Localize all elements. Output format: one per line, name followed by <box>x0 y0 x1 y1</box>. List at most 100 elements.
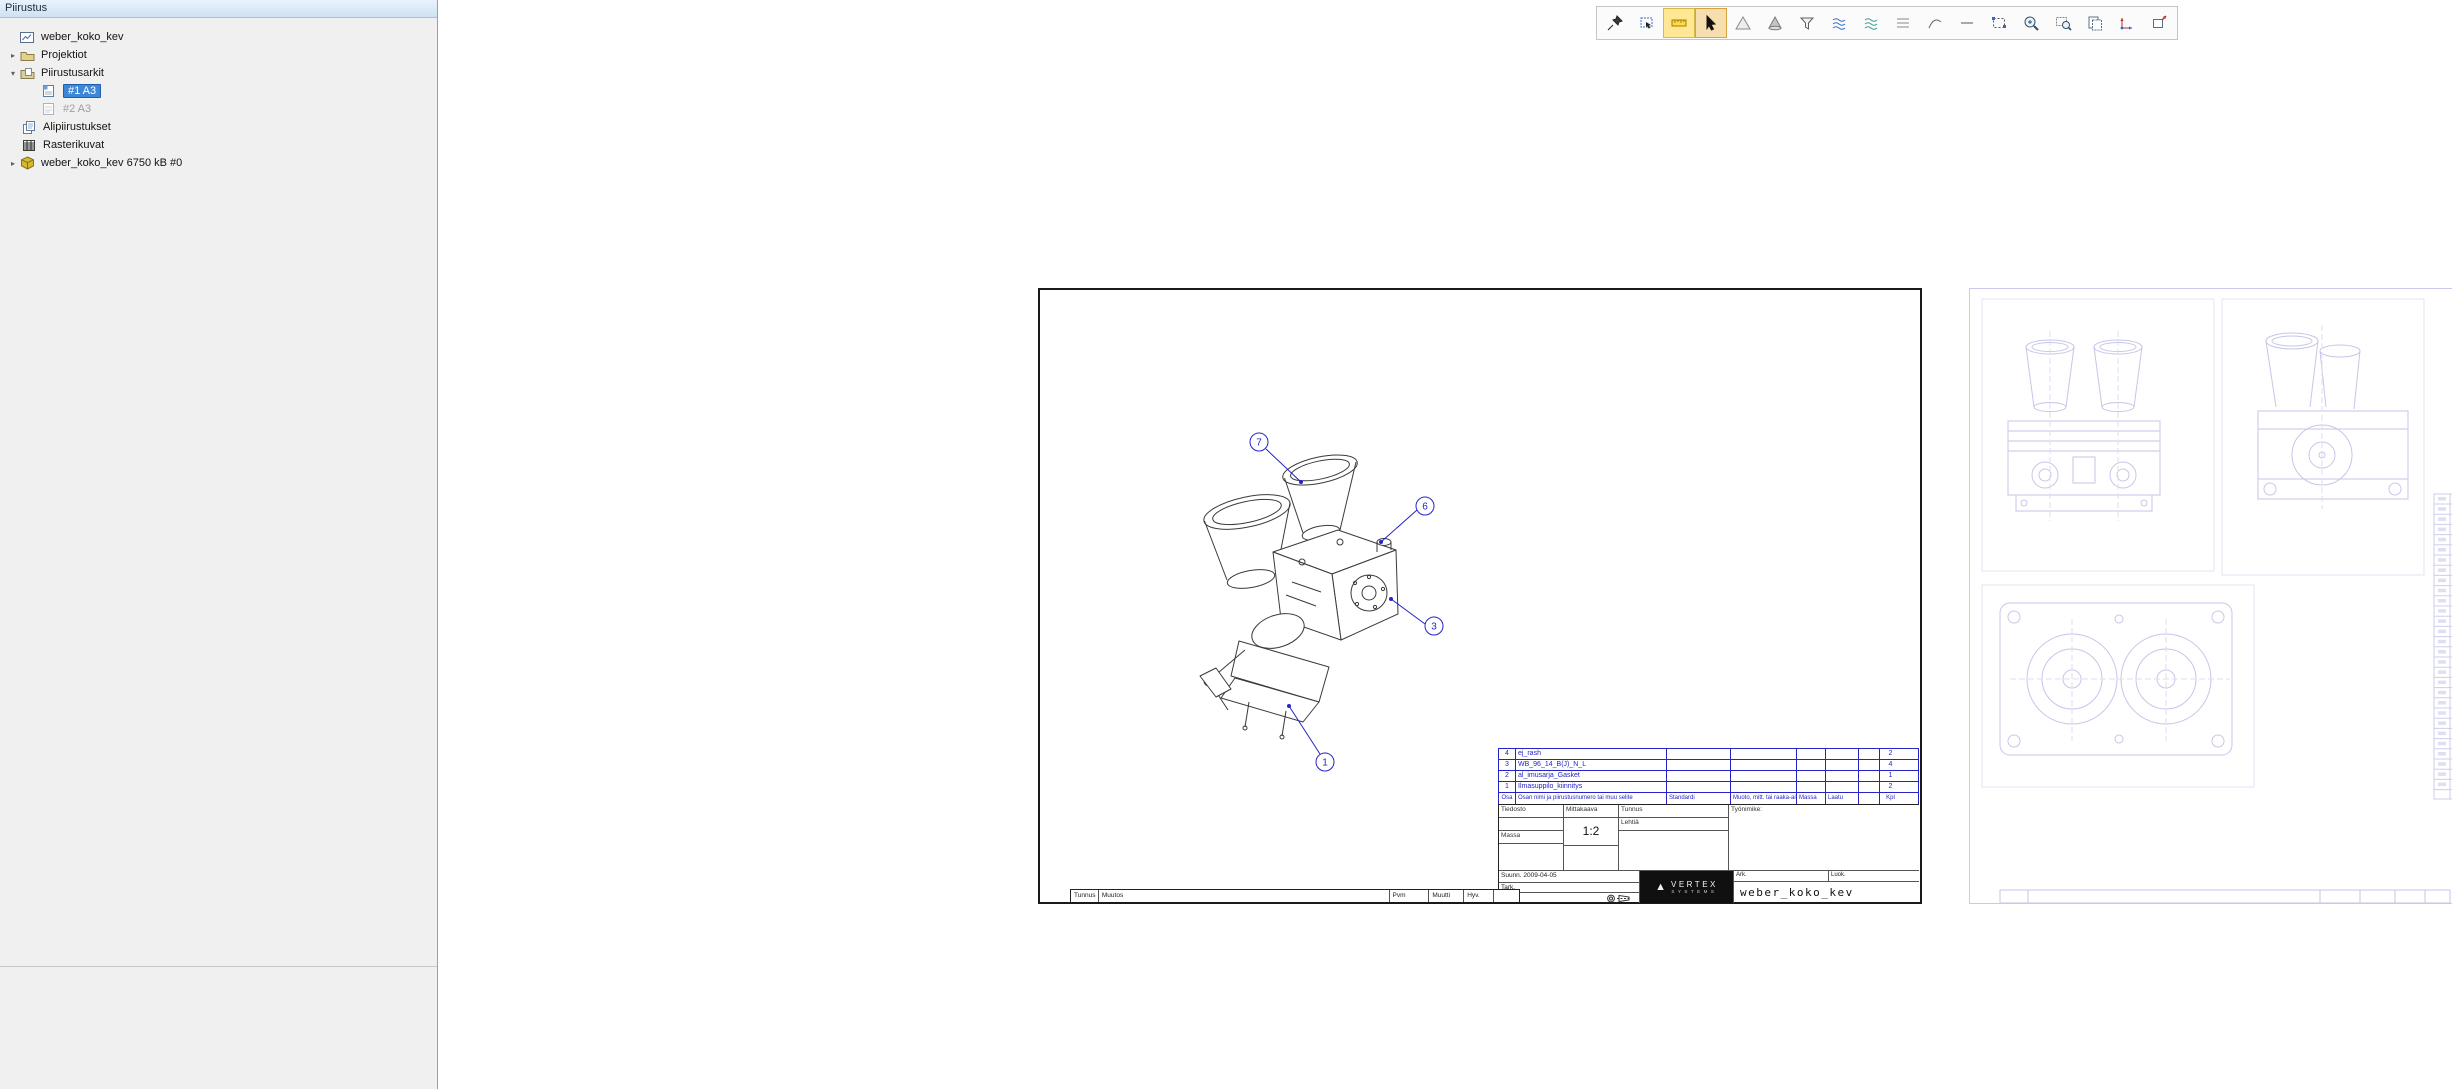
drawing-sheet-1[interactable]: 7 6 3 1 <box>1038 288 1922 904</box>
logo-triangle-icon: ▲ <box>1655 882 1666 893</box>
drawing-title: weber_koko_kev <box>1734 882 1919 903</box>
svg-text:3: 3 <box>1431 622 1437 633</box>
select-rect-tool-button[interactable] <box>1983 8 2015 38</box>
part-no: 2 <box>1499 771 1516 781</box>
revision-strip: Tunnus Muutos Pvm Muutti Hyv. <box>1070 889 1520 902</box>
axes-tool-button[interactable] <box>2111 8 2143 38</box>
part-qty: 1 <box>1880 771 1901 781</box>
hatch-teal-tool-button[interactable] <box>1855 8 1887 38</box>
zoom-area-icon <box>2054 14 2072 32</box>
title-block: Tiedosto Massa Mittakaava 1:2 Tunnus Leh… <box>1498 804 1919 902</box>
titleblock-cell-hyv: Hyv. <box>1499 893 1640 903</box>
cone-icon <box>1766 14 1784 32</box>
ruler-tool-button[interactable] <box>1663 8 1695 38</box>
titleblock-cell-tark: Tark. <box>1499 883 1640 893</box>
tree-item-label: #2 A3 <box>63 103 91 115</box>
line-tool-button[interactable] <box>1951 8 1983 38</box>
drawing-tree: weber_koko_kev ▸ Projektiot ▾ Piirustusa… <box>0 28 437 172</box>
tree-item-label: weber_koko_kev <box>41 31 124 43</box>
parts-row[interactable]: 2 al_imusarja_Gasket 1 <box>1499 771 1918 782</box>
raster-images-icon <box>22 138 38 153</box>
titleblock-cell-ark: Ark. <box>1734 871 1829 882</box>
polygon-tool-button[interactable] <box>1727 8 1759 38</box>
chevron-right-icon[interactable]: ▸ <box>6 51 20 60</box>
chevron-right-icon[interactable]: ▸ <box>6 159 20 168</box>
ruler-icon <box>1670 14 1688 32</box>
parts-row[interactable]: 1 Ilmasuppilo_kiinnitys 2 <box>1499 782 1918 793</box>
tree-item-sheet-1-a3[interactable]: #1 A3 <box>0 82 437 100</box>
sheet2-revision-strip <box>2000 890 2450 903</box>
model-cube-icon <box>20 156 36 171</box>
curve-tool-button[interactable] <box>1919 8 1951 38</box>
titleblock-cell-tunnus: Tunnus <box>1619 805 1729 818</box>
sheet-icon <box>42 84 58 99</box>
sheet-pages-icon <box>2086 14 2104 32</box>
filter-tool-button[interactable] <box>1791 8 1823 38</box>
tree-item-alipiirustukset[interactable]: Alipiirustukset <box>0 118 437 136</box>
tree-item-label: weber_koko_kev 6750 kB #0 <box>41 157 182 169</box>
parallel-lines-icon <box>1894 14 1912 32</box>
part-qty: 4 <box>1880 760 1901 770</box>
parallel-lines-tool-button[interactable] <box>1887 8 1919 38</box>
hatch-lines-teal-icon <box>1862 14 1880 32</box>
view-export-tool-button[interactable] <box>2143 8 2175 38</box>
tree-item-sheet-2-a3[interactable]: #2 A3 <box>0 100 437 118</box>
panel-splitter[interactable] <box>0 966 437 967</box>
hatch-blue-tool-button[interactable] <box>1823 8 1855 38</box>
part-name: ej_rash <box>1516 749 1667 759</box>
parts-row[interactable]: 3 WB_96_14_B(J)_N_L 4 <box>1499 760 1918 771</box>
application-window: Piirustus weber_koko_kev ▸ Projektiot ▾ <box>0 0 2452 1089</box>
design-date: 2009-04-05 <box>1523 872 1556 879</box>
tree-item-label: Alipiirustukset <box>43 121 111 133</box>
svg-text:6: 6 <box>1422 502 1428 513</box>
select-cursor-icon <box>1702 14 1720 32</box>
scale-value: 1:2 <box>1564 818 1619 846</box>
drawing-root-icon <box>20 30 36 45</box>
zoom-icon <box>2022 14 2040 32</box>
drawing-tree-panel: Piirustus weber_koko_kev ▸ Projektiot ▾ <box>0 0 438 1089</box>
sheet-pages-tool-button[interactable] <box>2079 8 2111 38</box>
axes-icon <box>2118 14 2136 32</box>
part-name: WB_96_14_B(J)_N_L <box>1516 760 1667 770</box>
panel-title: Piirustus <box>0 0 437 18</box>
balloon-6[interactable]: 6 <box>1379 497 1434 544</box>
zoom-tool-button[interactable] <box>2015 8 2047 38</box>
pin-icon <box>1606 14 1624 32</box>
sheet2-side-view <box>2258 325 2408 509</box>
zoom-area-tool-button[interactable] <box>2047 8 2079 38</box>
cone-tool-button[interactable] <box>1759 8 1791 38</box>
tree-item-piirustusarkit[interactable]: ▾ Piirustusarkit <box>0 64 437 82</box>
balloon-7[interactable]: 7 <box>1250 433 1303 484</box>
titleblock-cell-lehtia: Lehtiä <box>1619 818 1729 831</box>
balloon-1[interactable]: 1 <box>1287 704 1334 771</box>
sheets-folder-icon <box>20 66 36 81</box>
filter-icon <box>1798 14 1816 32</box>
part-qty: 2 <box>1880 749 1901 759</box>
drawing-sheet-2[interactable]: weber_koko_kev <box>1969 288 2452 904</box>
pin-tool-button[interactable] <box>1599 8 1631 38</box>
line-icon <box>1958 14 1976 32</box>
parts-row[interactable]: 4 ej_rash 2 <box>1499 749 1918 760</box>
drawing-canvas[interactable]: 7 6 3 1 <box>439 0 2452 1089</box>
pick-region-tool-button[interactable] <box>1631 8 1663 38</box>
part-qty: 2 <box>1880 782 1901 792</box>
part-no: 4 <box>1499 749 1516 759</box>
tree-item-rasterikuvat[interactable]: Rasterikuvat <box>0 136 437 154</box>
tree-item-model-weber-koko-kev[interactable]: ▸ weber_koko_kev 6750 kB #0 <box>0 154 437 172</box>
tree-item-label: Piirustusarkit <box>41 67 104 79</box>
company-logo: ▲ VERTEX SYSTEMS <box>1640 871 1734 903</box>
sheet2-faded-views: weber_koko_kev <box>1970 289 2452 903</box>
select-cursor-tool-button[interactable] <box>1695 8 1727 38</box>
titleblock-cell-mittakaava: Mittakaava <box>1564 805 1619 818</box>
tree-item-drawing-root[interactable]: weber_koko_kev <box>0 28 437 46</box>
part-no: 1 <box>1499 782 1516 792</box>
projection-symbol-icon <box>1605 894 1635 903</box>
svg-text:1: 1 <box>1322 758 1328 769</box>
tree-item-label: Rasterikuvat <box>43 139 104 151</box>
tree-item-projektiot[interactable]: ▸ Projektiot <box>0 46 437 64</box>
subdrawings-icon <box>22 120 38 135</box>
titleblock-cell-suunn: Suunn. 2009-04-05 <box>1499 871 1640 883</box>
chevron-down-icon[interactable]: ▾ <box>6 69 20 78</box>
part-name: al_imusarja_Gasket <box>1516 771 1667 781</box>
svg-text:7: 7 <box>1256 438 1262 449</box>
